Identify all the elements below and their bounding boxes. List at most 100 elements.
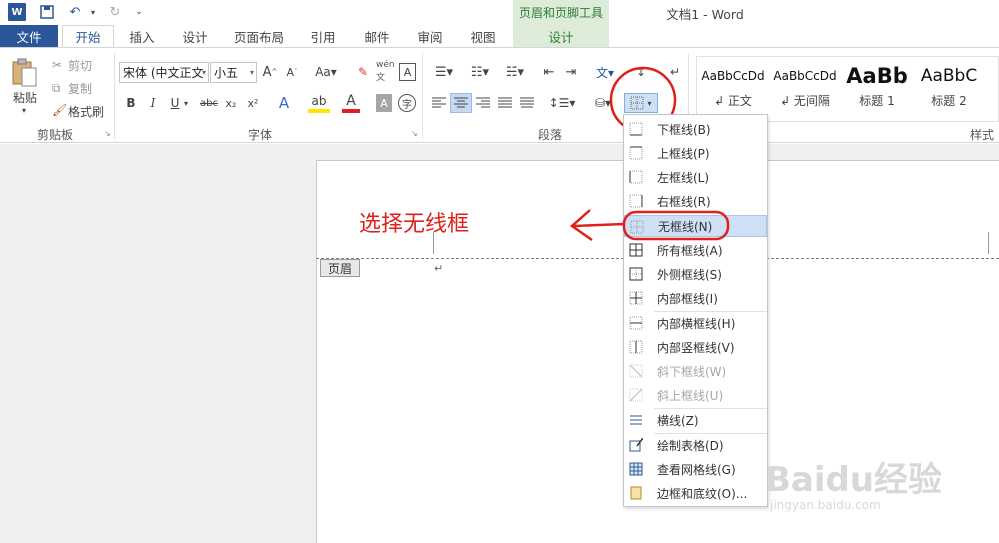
font-color-icon[interactable]: A [342,93,360,113]
tab-header-footer-design[interactable]: 设计 [513,25,609,47]
distribute-icon[interactable] [518,94,536,112]
menu-item-borders-shading[interactable]: 边框和底纹(O)... [624,482,767,504]
clipboard-group-label: 剪贴板 [36,128,73,142]
strikethrough-icon[interactable]: abc [200,94,218,112]
style-normal[interactable]: AaBbCcDd ↲ 正文 [698,60,768,116]
group-separator [422,53,423,139]
menu-item-label: 边框和底纹(O)... [657,486,748,501]
align-left-icon[interactable] [430,94,448,112]
align-center-icon[interactable] [450,93,472,113]
tab-layout[interactable]: 页面布局 [228,25,290,47]
cut-icon[interactable]: ✂ [52,58,62,72]
style-no-spacing[interactable]: AaBbCcDd ↲ 无间隔 [770,60,840,116]
tab-file[interactable]: 文件 [0,25,58,47]
undo-icon[interactable]: ↶ [66,3,84,21]
text-effects-icon[interactable]: A [276,93,292,113]
phonetic-guide-icon[interactable]: wén文 [376,60,396,83]
subscript-icon[interactable]: x₂ [224,94,238,112]
italic-icon[interactable]: I [146,94,160,112]
tab-design[interactable]: 设计 [175,25,215,47]
menu-item-inside-vertical[interactable]: 内部竖框线(V) [624,336,767,358]
font-launcher-icon[interactable]: ↘ [411,129,418,138]
menu-item-label: 下框线(B) [657,122,711,137]
shrink-font-icon[interactable]: Aˇ [284,63,300,81]
menu-item-draw-table[interactable]: 绘制表格(D) [624,434,767,456]
style-heading-1[interactable]: AaBb 标题 1 [842,60,912,116]
window-title: 文档1 - Word [666,7,744,22]
style-sample: AaBbCcDd [701,69,765,83]
grow-font-icon[interactable]: A ^ [262,63,278,81]
copy-button[interactable]: 复制 [68,80,92,97]
tab-view[interactable]: 视图 [463,25,503,47]
paste-icon[interactable] [10,58,38,88]
justify-icon[interactable] [496,94,514,112]
cut-button[interactable]: 剪切 [68,57,92,74]
diagonal-down-border-icon [629,364,643,378]
menu-item-label: 斜下框线(W) [657,364,727,379]
bold-icon[interactable]: B [124,94,138,112]
bullets-icon[interactable]: ☰▾ [430,63,458,81]
horizontal-line-icon [630,415,642,425]
word-app-icon[interactable]: W [8,3,26,21]
copy-icon[interactable]: ⧉ [52,81,61,96]
change-case-icon[interactable]: Aa▾ [312,63,340,81]
char-shading-icon[interactable]: A [376,94,392,112]
menu-item-inside-borders[interactable]: 内部框线(I) [624,287,767,309]
format-painter-button[interactable]: 格式刷 [68,103,104,120]
tab-references[interactable]: 引用 [303,25,343,47]
style-name: ↲ 正文 [714,94,752,108]
font-name-combo[interactable]: 宋体 (中文正文 ▾ [119,62,209,83]
customize-qat-icon[interactable]: ⌄ [130,3,148,21]
font-group-label: 字体 [247,128,272,142]
menu-item-outside-borders[interactable]: 外侧框线(S) [624,263,767,285]
multilevel-list-icon[interactable]: ☵▾ [500,63,530,81]
menu-item-inside-horizontal[interactable]: 内部横框线(H) [624,312,767,334]
char-border-icon[interactable]: A [399,63,416,81]
menu-item-horizontal-line[interactable]: 横线(Z) [624,409,767,431]
style-sample: AaBbC [920,66,978,86]
format-painter-icon[interactable]: 🖌 [52,103,67,117]
decrease-indent-icon[interactable]: ⇤ [540,63,558,81]
superscript-icon[interactable]: x² [246,94,260,112]
highlight-icon[interactable]: ab [308,93,330,113]
tab-home[interactable]: 开始 [62,25,114,47]
menu-item-label: 左框线(L) [657,170,710,185]
paragraph-mark: ↵ [434,262,444,275]
view-gridlines-icon [629,462,643,476]
menu-item-label: 内部竖框线(V) [657,340,735,355]
tab-insert[interactable]: 插入 [122,25,162,47]
style-heading-2[interactable]: AaBbC 标题 2 [914,60,984,116]
menu-item-label: 内部横框线(H) [657,316,736,331]
menu-item-bottom-border[interactable]: 下框线(B) [624,118,767,140]
menu-item-top-border[interactable]: 上框线(P) [624,142,767,164]
menu-item-view-gridlines[interactable]: 查看网格线(G) [624,458,767,480]
paste-button[interactable]: 粘贴 [6,88,44,106]
numbering-icon[interactable]: ☷▾ [466,63,494,81]
clipboard-launcher-icon[interactable]: ↘ [104,129,111,138]
enclose-char-icon[interactable]: 字 [398,94,416,112]
draw-table-icon [629,438,643,452]
font-size-combo[interactable]: 小五 ▾ [210,62,257,83]
style-sample: AaBb [846,64,908,88]
save-icon[interactable] [38,3,56,21]
paste-dropdown-icon[interactable]: ▾ [22,106,26,115]
inside-borders-icon [629,291,643,305]
watermark-url: jingyan.baidu.com [770,498,881,512]
bottom-border-icon [629,122,643,136]
underline-icon[interactable]: U [168,94,182,112]
annotation-circle-menu-item [622,210,730,241]
redo-icon[interactable]: ↻ [106,3,124,21]
header-tag[interactable]: 页眉 [320,259,360,277]
underline-dropdown-icon[interactable]: ▾ [184,99,188,108]
font-size-value: 小五 [214,66,239,80]
clear-format-icon[interactable]: ✎ [354,63,372,81]
undo-dropdown-icon[interactable]: ▾ [84,3,102,21]
menu-item-label: 外侧框线(S) [657,267,722,282]
menu-item-label: 斜上框线(U) [657,388,724,403]
increase-indent-icon[interactable]: ⇥ [562,63,580,81]
tab-mailings[interactable]: 邮件 [357,25,397,47]
menu-item-left-border[interactable]: 左框线(L) [624,166,767,188]
tab-review[interactable]: 审阅 [410,25,450,47]
align-right-icon[interactable] [474,94,492,112]
line-spacing-icon[interactable]: ↕☰▾ [548,94,576,112]
